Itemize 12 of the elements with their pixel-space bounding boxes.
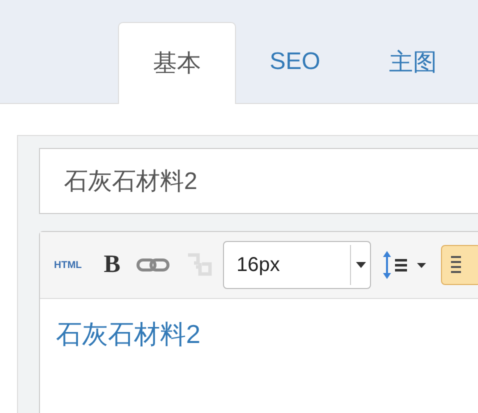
align-icon xyxy=(451,254,462,276)
bold-button[interactable]: B xyxy=(104,251,120,279)
title-field[interactable]: 石灰石材料2 xyxy=(39,148,478,214)
tab[interactable]: 基本 xyxy=(118,22,236,104)
tab[interactable]: 主图 xyxy=(354,22,472,104)
editor-text: 石灰石材料2 xyxy=(56,319,200,349)
tab[interactable]: SEO xyxy=(236,22,354,104)
link-icon[interactable] xyxy=(136,256,170,274)
font-size-select[interactable]: 16px xyxy=(223,241,372,289)
align-button[interactable] xyxy=(441,245,478,285)
caret-icon xyxy=(356,262,366,268)
html-button[interactable]: HTML xyxy=(54,260,82,270)
